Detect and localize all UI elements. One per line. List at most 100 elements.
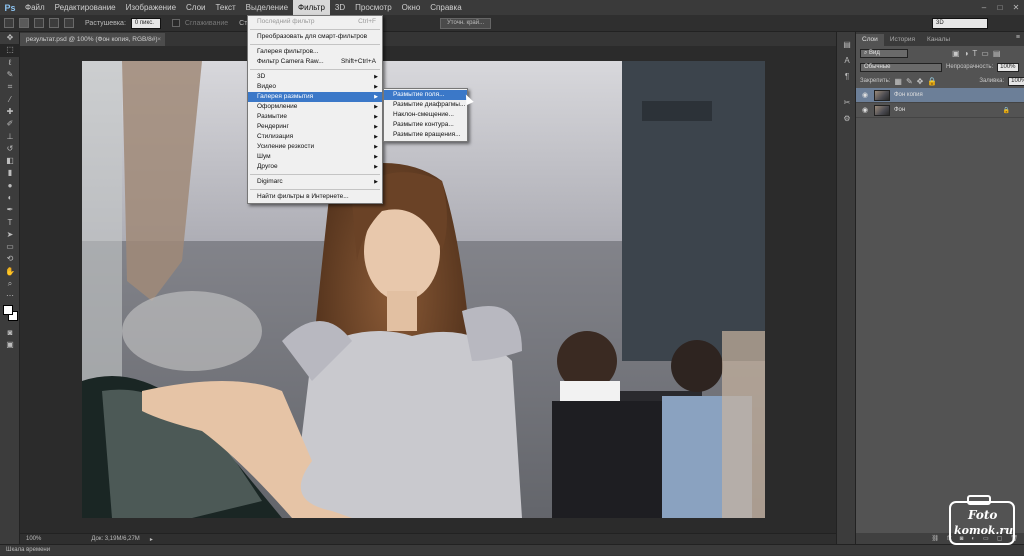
menu-0[interactable]: Файл xyxy=(20,0,50,15)
type-tool-icon[interactable]: T xyxy=(0,216,20,228)
visibility-eye-icon[interactable]: ◉ xyxy=(862,106,870,114)
menu-8[interactable]: Просмотр xyxy=(350,0,397,15)
zoom-level[interactable]: 100% xyxy=(26,536,41,542)
gradient-tool-icon[interactable]: ▮ xyxy=(0,167,20,179)
status-arrow-icon[interactable]: ▸ xyxy=(150,536,153,543)
lock-transparent-icon[interactable]: ▦ xyxy=(894,77,902,86)
add-selection-mode[interactable] xyxy=(34,18,44,28)
filter-adjust-icon[interactable]: ◑ xyxy=(964,49,969,58)
tab-channels[interactable]: Каналы xyxy=(921,34,956,46)
close-button[interactable]: ✕ xyxy=(1008,3,1024,12)
lasso-tool-icon[interactable]: ℓ xyxy=(0,57,20,69)
panel-menu-icon[interactable]: ≡ xyxy=(1016,34,1020,41)
menu-item[interactable]: 3D ▶ xyxy=(248,72,382,82)
eyedropper-tool-icon[interactable]: ⁄ xyxy=(0,93,20,105)
properties-panel-icon[interactable]: ⚙ xyxy=(837,110,857,126)
menu-6[interactable]: Фильтр xyxy=(293,0,330,15)
menu-item[interactable]: Шум ▶ xyxy=(248,152,382,162)
menu-item[interactable]: Фильтр Camera Raw... Shift+Ctrl+A xyxy=(248,57,382,67)
visibility-eye-icon[interactable]: ◉ xyxy=(862,91,870,99)
subtract-selection-mode[interactable] xyxy=(49,18,59,28)
blend-mode-select[interactable]: Обычные xyxy=(860,62,942,72)
pen-tool-icon[interactable]: ✒ xyxy=(0,204,20,216)
refine-edge-button[interactable]: Уточн. край... xyxy=(440,17,492,29)
foreground-color-swatch[interactable] xyxy=(3,304,13,315)
intersect-selection-mode[interactable] xyxy=(64,18,74,28)
menu-item[interactable]: Размытие вращения... xyxy=(384,130,467,140)
3d-tool-icon[interactable]: ⟲ xyxy=(0,253,20,265)
menu-item[interactable]: Размытие диафрагмы... xyxy=(384,100,467,110)
tool-presets-icon[interactable]: ✂ xyxy=(837,94,857,110)
workspace-select[interactable]: 3D xyxy=(932,18,988,29)
filter-shape-icon[interactable]: ▭ xyxy=(981,49,989,58)
menu-item[interactable]: Стилизация ▶ xyxy=(248,132,382,142)
menu-4[interactable]: Текст xyxy=(210,0,240,15)
filter-type-icon[interactable]: T xyxy=(972,49,977,58)
menu-item[interactable]: Другое ▶ xyxy=(248,162,382,172)
color-swatches[interactable] xyxy=(0,303,19,327)
filter-pixel-icon[interactable]: ▣ xyxy=(952,49,960,58)
crop-tool-icon[interactable]: ⌗ xyxy=(0,81,20,93)
blur-tool-icon[interactable]: ● xyxy=(0,180,20,192)
timeline-panel-tab[interactable]: Шкала времени xyxy=(0,544,1024,555)
quick-mask-icon[interactable]: ◙ xyxy=(0,327,20,339)
tool-preset-picker[interactable] xyxy=(4,18,14,28)
menu-item[interactable]: Найти фильтры в Интернете... xyxy=(248,192,382,202)
marquee-tool-icon[interactable]: ⬚ xyxy=(0,44,20,57)
extras-icon[interactable]: ⋯ xyxy=(0,290,20,302)
lock-move-icon[interactable]: ✥ xyxy=(917,77,924,86)
new-selection-mode[interactable] xyxy=(19,18,29,28)
menu-2[interactable]: Изображение xyxy=(121,0,181,15)
path-selection-tool-icon[interactable]: ➤ xyxy=(0,229,20,241)
brush-tool-icon[interactable]: ✐ xyxy=(0,118,20,130)
menu-5[interactable]: Выделение xyxy=(241,0,293,15)
menu-item[interactable]: Рендеринг ▶ xyxy=(248,122,382,132)
character-panel-icon[interactable]: A xyxy=(837,52,857,68)
tab-layers[interactable]: Слои xyxy=(856,34,884,46)
menu-9[interactable]: Окно xyxy=(397,0,426,15)
hand-tool-icon[interactable]: ✋ xyxy=(0,266,20,278)
zoom-tool-icon[interactable]: ⌕ xyxy=(0,278,20,290)
menu-item[interactable]: Видео ▶ xyxy=(248,82,382,92)
minimize-button[interactable]: – xyxy=(976,3,992,12)
opacity-input[interactable]: 100% xyxy=(997,62,1019,72)
lock-all-icon[interactable]: 🔒 xyxy=(927,77,937,86)
move-tool-icon[interactable]: ✥ xyxy=(0,32,20,44)
history-brush-tool-icon[interactable]: ↺ xyxy=(0,143,20,155)
menu-10[interactable]: Справка xyxy=(425,0,466,15)
menu-1[interactable]: Редактирование xyxy=(50,0,121,15)
menu-item[interactable]: Усиление резкости ▶ xyxy=(248,142,382,152)
dodge-tool-icon[interactable]: ◐ xyxy=(0,192,20,204)
tab-history[interactable]: История xyxy=(884,34,921,46)
menu-item[interactable]: Галерея фильтров... xyxy=(248,47,382,57)
layer-row[interactable]: ◉ Фон копия xyxy=(856,88,1024,103)
menu-item[interactable]: Размытие ▶ xyxy=(248,112,382,122)
menu-item[interactable]: Размытие контура... xyxy=(384,120,467,130)
clone-stamp-tool-icon[interactable]: ⊥ xyxy=(0,130,20,142)
filter-smart-icon[interactable]: ▤ xyxy=(993,49,1001,58)
feather-input[interactable]: 0 пикс. xyxy=(130,17,161,29)
link-icon[interactable]: ⛓ xyxy=(931,535,939,542)
maximize-button[interactable]: □ xyxy=(992,3,1008,12)
lock-brush-icon[interactable]: ✎ xyxy=(906,77,913,86)
menu-item[interactable]: Размытие поля... xyxy=(384,90,467,100)
history-panel-icon[interactable]: ▤ xyxy=(837,36,857,52)
menu-item[interactable]: Оформление ▶ xyxy=(248,102,382,112)
close-document-icon[interactable]: × xyxy=(157,33,161,46)
paragraph-panel-icon[interactable]: ¶ xyxy=(837,68,857,84)
fill-input[interactable]: 100% xyxy=(1008,76,1024,86)
menu-item[interactable]: Галерея размытия ▶ xyxy=(248,92,382,102)
eraser-tool-icon[interactable]: ◧ xyxy=(0,155,20,167)
menu-7[interactable]: 3D xyxy=(330,0,350,15)
quick-selection-tool-icon[interactable]: ✎ xyxy=(0,69,20,81)
menu-item[interactable]: Наклон-смещение... xyxy=(384,110,467,120)
antialias-checkbox[interactable] xyxy=(171,19,180,27)
screen-mode-icon[interactable]: ▣ xyxy=(0,339,20,351)
menu-item[interactable]: Преобразовать для смарт-фильтров xyxy=(248,32,382,42)
shape-tool-icon[interactable]: ▭ xyxy=(0,241,20,253)
layer-kind-filter[interactable]: ⌕ Вид xyxy=(860,48,908,58)
healing-brush-tool-icon[interactable]: ✚ xyxy=(0,106,20,118)
document-tab[interactable]: результат.psd @ 100% (Фон копия, RGB/8#)… xyxy=(20,33,165,46)
layer-row[interactable]: ◉ Фон 🔒 xyxy=(856,103,1024,118)
menu-item[interactable]: Digimarc ▶ xyxy=(248,177,382,187)
